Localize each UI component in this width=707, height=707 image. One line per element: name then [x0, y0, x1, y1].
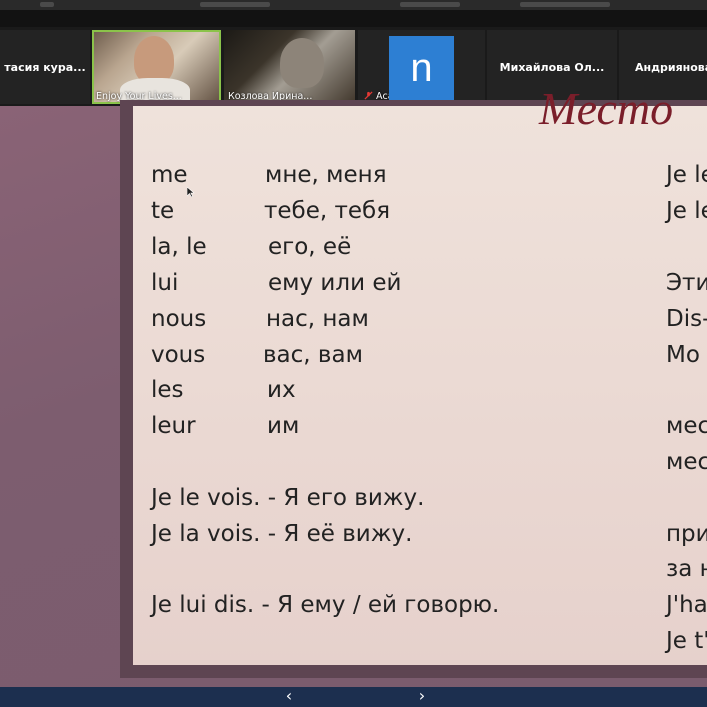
participant-video-tile[interactable]: Enjoy Your Lives...: [92, 30, 221, 104]
right-column-text: Mo: [666, 342, 700, 368]
participant-name: Михайлова Ол...: [499, 60, 605, 74]
bottom-navigation-bar: [0, 687, 707, 707]
example-sentence: Je lui dis. - Я ему / ей говорю.: [151, 592, 500, 618]
right-column-text: J'ha: [666, 592, 707, 618]
right-column-text: мес: [666, 413, 707, 439]
shared-slide: [133, 106, 707, 665]
pronoun-ru: вас, вам: [263, 342, 363, 368]
pronoun-fr: lui: [151, 270, 179, 296]
pronoun-ru: тебе, тебя: [264, 198, 391, 224]
right-column-text: Je le: [666, 198, 707, 224]
pronoun-ru: их: [267, 377, 296, 403]
avatar: n: [389, 36, 454, 100]
pronoun-fr: les: [151, 377, 184, 403]
previous-page-button[interactable]: ‹: [279, 686, 299, 706]
right-column-text: мес: [666, 449, 707, 475]
pronoun-fr: leur: [151, 413, 196, 439]
next-page-button[interactable]: ›: [412, 686, 432, 706]
pronoun-ru: им: [267, 413, 300, 439]
right-column-text: за н: [666, 556, 707, 582]
slide-title: Место: [539, 83, 674, 134]
video-person: [134, 36, 174, 84]
pronoun-ru: мне, меня: [265, 162, 387, 188]
right-column-text: Je le: [666, 162, 707, 188]
pronoun-ru: его, её: [268, 234, 352, 260]
right-column-text: Dis-: [666, 306, 707, 332]
pronoun-fr: la, le: [151, 234, 207, 260]
microphone-muted-icon: [364, 91, 373, 100]
participant-name: тасия кура...: [4, 60, 86, 74]
toolbar-gap: [0, 10, 707, 27]
right-column-text: Je t': [666, 628, 707, 654]
pronoun-fr: me: [151, 162, 188, 188]
right-column-text: при: [666, 521, 707, 547]
mouse-cursor-icon: [187, 187, 195, 197]
pronoun-fr: nous: [151, 306, 207, 332]
pronoun-fr: te: [151, 198, 175, 224]
example-sentence: Je le vois. - Я его вижу.: [151, 485, 425, 511]
video-person: [280, 38, 324, 88]
example-sentence: Je la vois. - Я её вижу.: [151, 521, 413, 547]
pronoun-ru: нас, нам: [266, 306, 369, 332]
right-column-text: Эти: [666, 270, 707, 296]
avatar-letter: n: [410, 46, 433, 90]
pronoun-fr: vous: [151, 342, 206, 368]
participant-tile[interactable]: тасия кура...: [0, 30, 90, 104]
pronoun-ru: ему или ей: [268, 270, 402, 296]
participant-video-tile[interactable]: Козлова Ирина...: [224, 30, 355, 104]
participant-name: Андриянова: [635, 60, 707, 74]
